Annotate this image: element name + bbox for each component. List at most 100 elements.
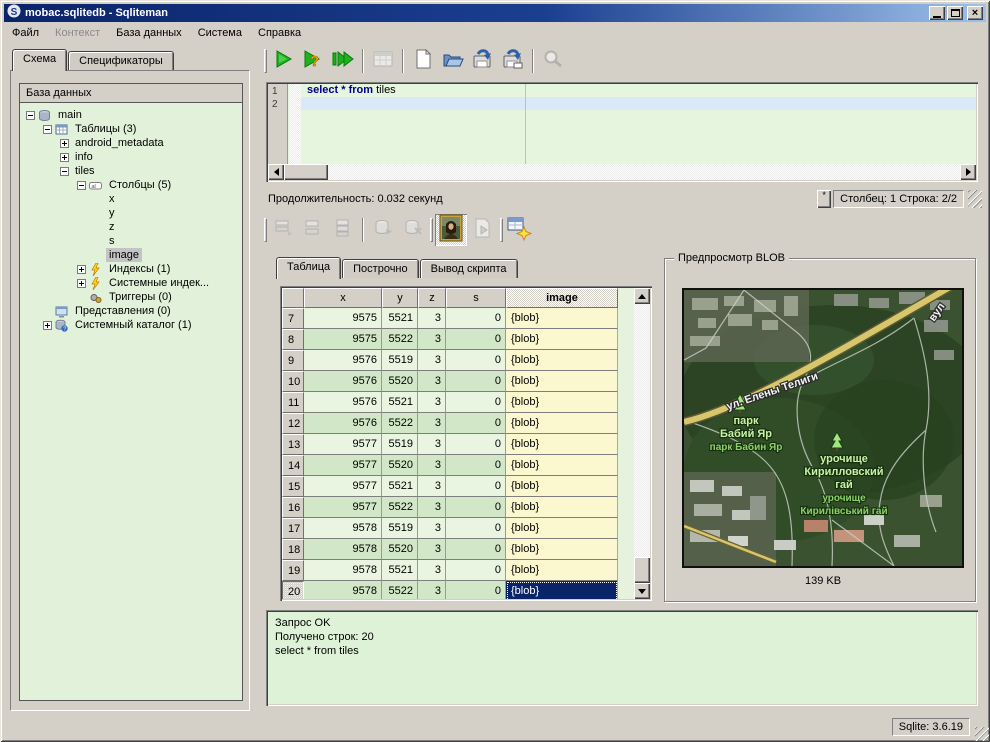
- tree-item-col-z[interactable]: z: [20, 220, 242, 234]
- cell-y-7[interactable]: 5521: [382, 308, 418, 329]
- expand-icon[interactable]: [60, 139, 69, 148]
- cell-s-19[interactable]: 0: [446, 560, 506, 581]
- tree-item-indexes[interactable]: Индексы (1): [20, 262, 242, 276]
- tree-item-columns[interactable]: alСтолбцы (5): [20, 178, 242, 192]
- cell-y-13[interactable]: 5519: [382, 434, 418, 455]
- cell-z-14[interactable]: 3: [418, 455, 446, 476]
- cell-y-16[interactable]: 5522: [382, 497, 418, 518]
- scroll-right-button[interactable]: [960, 164, 976, 180]
- row-header-8[interactable]: 8: [282, 329, 304, 350]
- cell-y-20[interactable]: 5522: [382, 581, 418, 599]
- cell-image-16[interactable]: {blob}: [506, 497, 618, 518]
- splitter-grip[interactable]: [968, 190, 982, 208]
- code-area[interactable]: select * from tiles: [301, 84, 976, 164]
- vscroll-thumb[interactable]: [634, 557, 650, 583]
- save-script-as-button[interactable]: [499, 47, 527, 75]
- cell-image-19[interactable]: {blob}: [506, 560, 618, 581]
- cell-x-16[interactable]: 9577: [304, 497, 382, 518]
- cell-s-18[interactable]: 0: [446, 539, 506, 560]
- cell-s-9[interactable]: 0: [446, 350, 506, 371]
- run-sql-button[interactable]: [269, 47, 297, 75]
- cell-z-16[interactable]: 3: [418, 497, 446, 518]
- column-header-z[interactable]: z: [418, 288, 446, 308]
- tree-item-col-x[interactable]: x: [20, 192, 242, 206]
- scroll-up-button[interactable]: [634, 288, 650, 304]
- row-header-10[interactable]: 10: [282, 371, 304, 392]
- cell-z-15[interactable]: 3: [418, 476, 446, 497]
- row-header-12[interactable]: 12: [282, 413, 304, 434]
- row-header-9[interactable]: 9: [282, 350, 304, 371]
- create-view-button[interactable]: [505, 216, 533, 244]
- cell-image-12[interactable]: {blob}: [506, 413, 618, 434]
- cell-x-13[interactable]: 9577: [304, 434, 382, 455]
- cell-x-10[interactable]: 9576: [304, 371, 382, 392]
- cell-image-7[interactable]: {blob}: [506, 308, 618, 329]
- row-header-16[interactable]: 16: [282, 497, 304, 518]
- cell-z-19[interactable]: 3: [418, 560, 446, 581]
- menu-database[interactable]: База данных: [108, 24, 190, 42]
- cell-z-20[interactable]: 3: [418, 581, 446, 599]
- tree-item-col-image[interactable]: image: [20, 248, 242, 262]
- blob-preview-toggle-button[interactable]: [435, 214, 467, 246]
- column-header-s[interactable]: s: [446, 288, 506, 308]
- explain-sql-button[interactable]: ?: [299, 47, 327, 75]
- cell-s-8[interactable]: 0: [446, 329, 506, 350]
- cell-s-12[interactable]: 0: [446, 413, 506, 434]
- tree-item-triggers[interactable]: Триггеры (0): [20, 290, 242, 304]
- cell-image-17[interactable]: {blob}: [506, 518, 618, 539]
- cell-y-8[interactable]: 5522: [382, 329, 418, 350]
- cell-z-7[interactable]: 3: [418, 308, 446, 329]
- tree-item-info[interactable]: info: [20, 150, 242, 164]
- cell-x-7[interactable]: 9575: [304, 308, 382, 329]
- cell-y-9[interactable]: 5519: [382, 350, 418, 371]
- cell-y-11[interactable]: 5521: [382, 392, 418, 413]
- cell-image-11[interactable]: {blob}: [506, 392, 618, 413]
- cell-s-17[interactable]: 0: [446, 518, 506, 539]
- row-header-15[interactable]: 15: [282, 476, 304, 497]
- cell-y-14[interactable]: 5520: [382, 455, 418, 476]
- tab-schema[interactable]: Схема: [12, 49, 67, 71]
- tree-item-col-s[interactable]: s: [20, 234, 242, 248]
- cell-y-10[interactable]: 5520: [382, 371, 418, 392]
- collapse-icon[interactable]: [60, 167, 69, 176]
- row-header-18[interactable]: 18: [282, 539, 304, 560]
- menu-system[interactable]: Система: [190, 24, 250, 42]
- cell-image-9[interactable]: {blob}: [506, 350, 618, 371]
- cell-z-10[interactable]: 3: [418, 371, 446, 392]
- menu-help[interactable]: Справка: [250, 24, 309, 42]
- run-as-script-button[interactable]: [329, 47, 357, 75]
- message-log[interactable]: Запрос OKПолучено строк: 20select * from…: [266, 610, 978, 706]
- toolbar-handle[interactable]: [430, 218, 433, 242]
- save-script-button[interactable]: [469, 47, 497, 75]
- expand-icon[interactable]: [60, 153, 69, 162]
- collapse-icon[interactable]: [26, 111, 35, 120]
- cell-x-15[interactable]: 9577: [304, 476, 382, 497]
- cell-z-17[interactable]: 3: [418, 518, 446, 539]
- row-header-14[interactable]: 14: [282, 455, 304, 476]
- cell-s-20[interactable]: 0: [446, 581, 506, 599]
- resize-grip[interactable]: [975, 727, 989, 741]
- cell-s-13[interactable]: 0: [446, 434, 506, 455]
- tree-item-tables[interactable]: Таблицы (3): [20, 122, 242, 136]
- expand-icon[interactable]: [77, 265, 86, 274]
- editor-hscrollbar[interactable]: [268, 164, 976, 180]
- column-header-y[interactable]: y: [382, 288, 418, 308]
- sql-editor[interactable]: 1 2 select * from tiles: [266, 82, 978, 182]
- menu-file[interactable]: Файл: [4, 24, 47, 42]
- cell-s-15[interactable]: 0: [446, 476, 506, 497]
- cell-z-13[interactable]: 3: [418, 434, 446, 455]
- cell-z-9[interactable]: 3: [418, 350, 446, 371]
- tree-item-tiles[interactable]: tiles: [20, 164, 242, 178]
- title-bar[interactable]: S mobac.sqlitedb - Sqliteman ×: [4, 4, 986, 22]
- cell-s-11[interactable]: 0: [446, 392, 506, 413]
- cell-image-8[interactable]: {blob}: [506, 329, 618, 350]
- row-header-11[interactable]: 11: [282, 392, 304, 413]
- toolbar-handle[interactable]: [264, 218, 267, 242]
- cell-image-10[interactable]: {blob}: [506, 371, 618, 392]
- cell-y-12[interactable]: 5522: [382, 413, 418, 434]
- toolbar-handle[interactable]: [500, 218, 503, 242]
- new-script-button[interactable]: [409, 47, 437, 75]
- position-menu-button[interactable]: *: [817, 190, 831, 208]
- cell-x-18[interactable]: 9578: [304, 539, 382, 560]
- tree-item-main[interactable]: main: [20, 108, 242, 122]
